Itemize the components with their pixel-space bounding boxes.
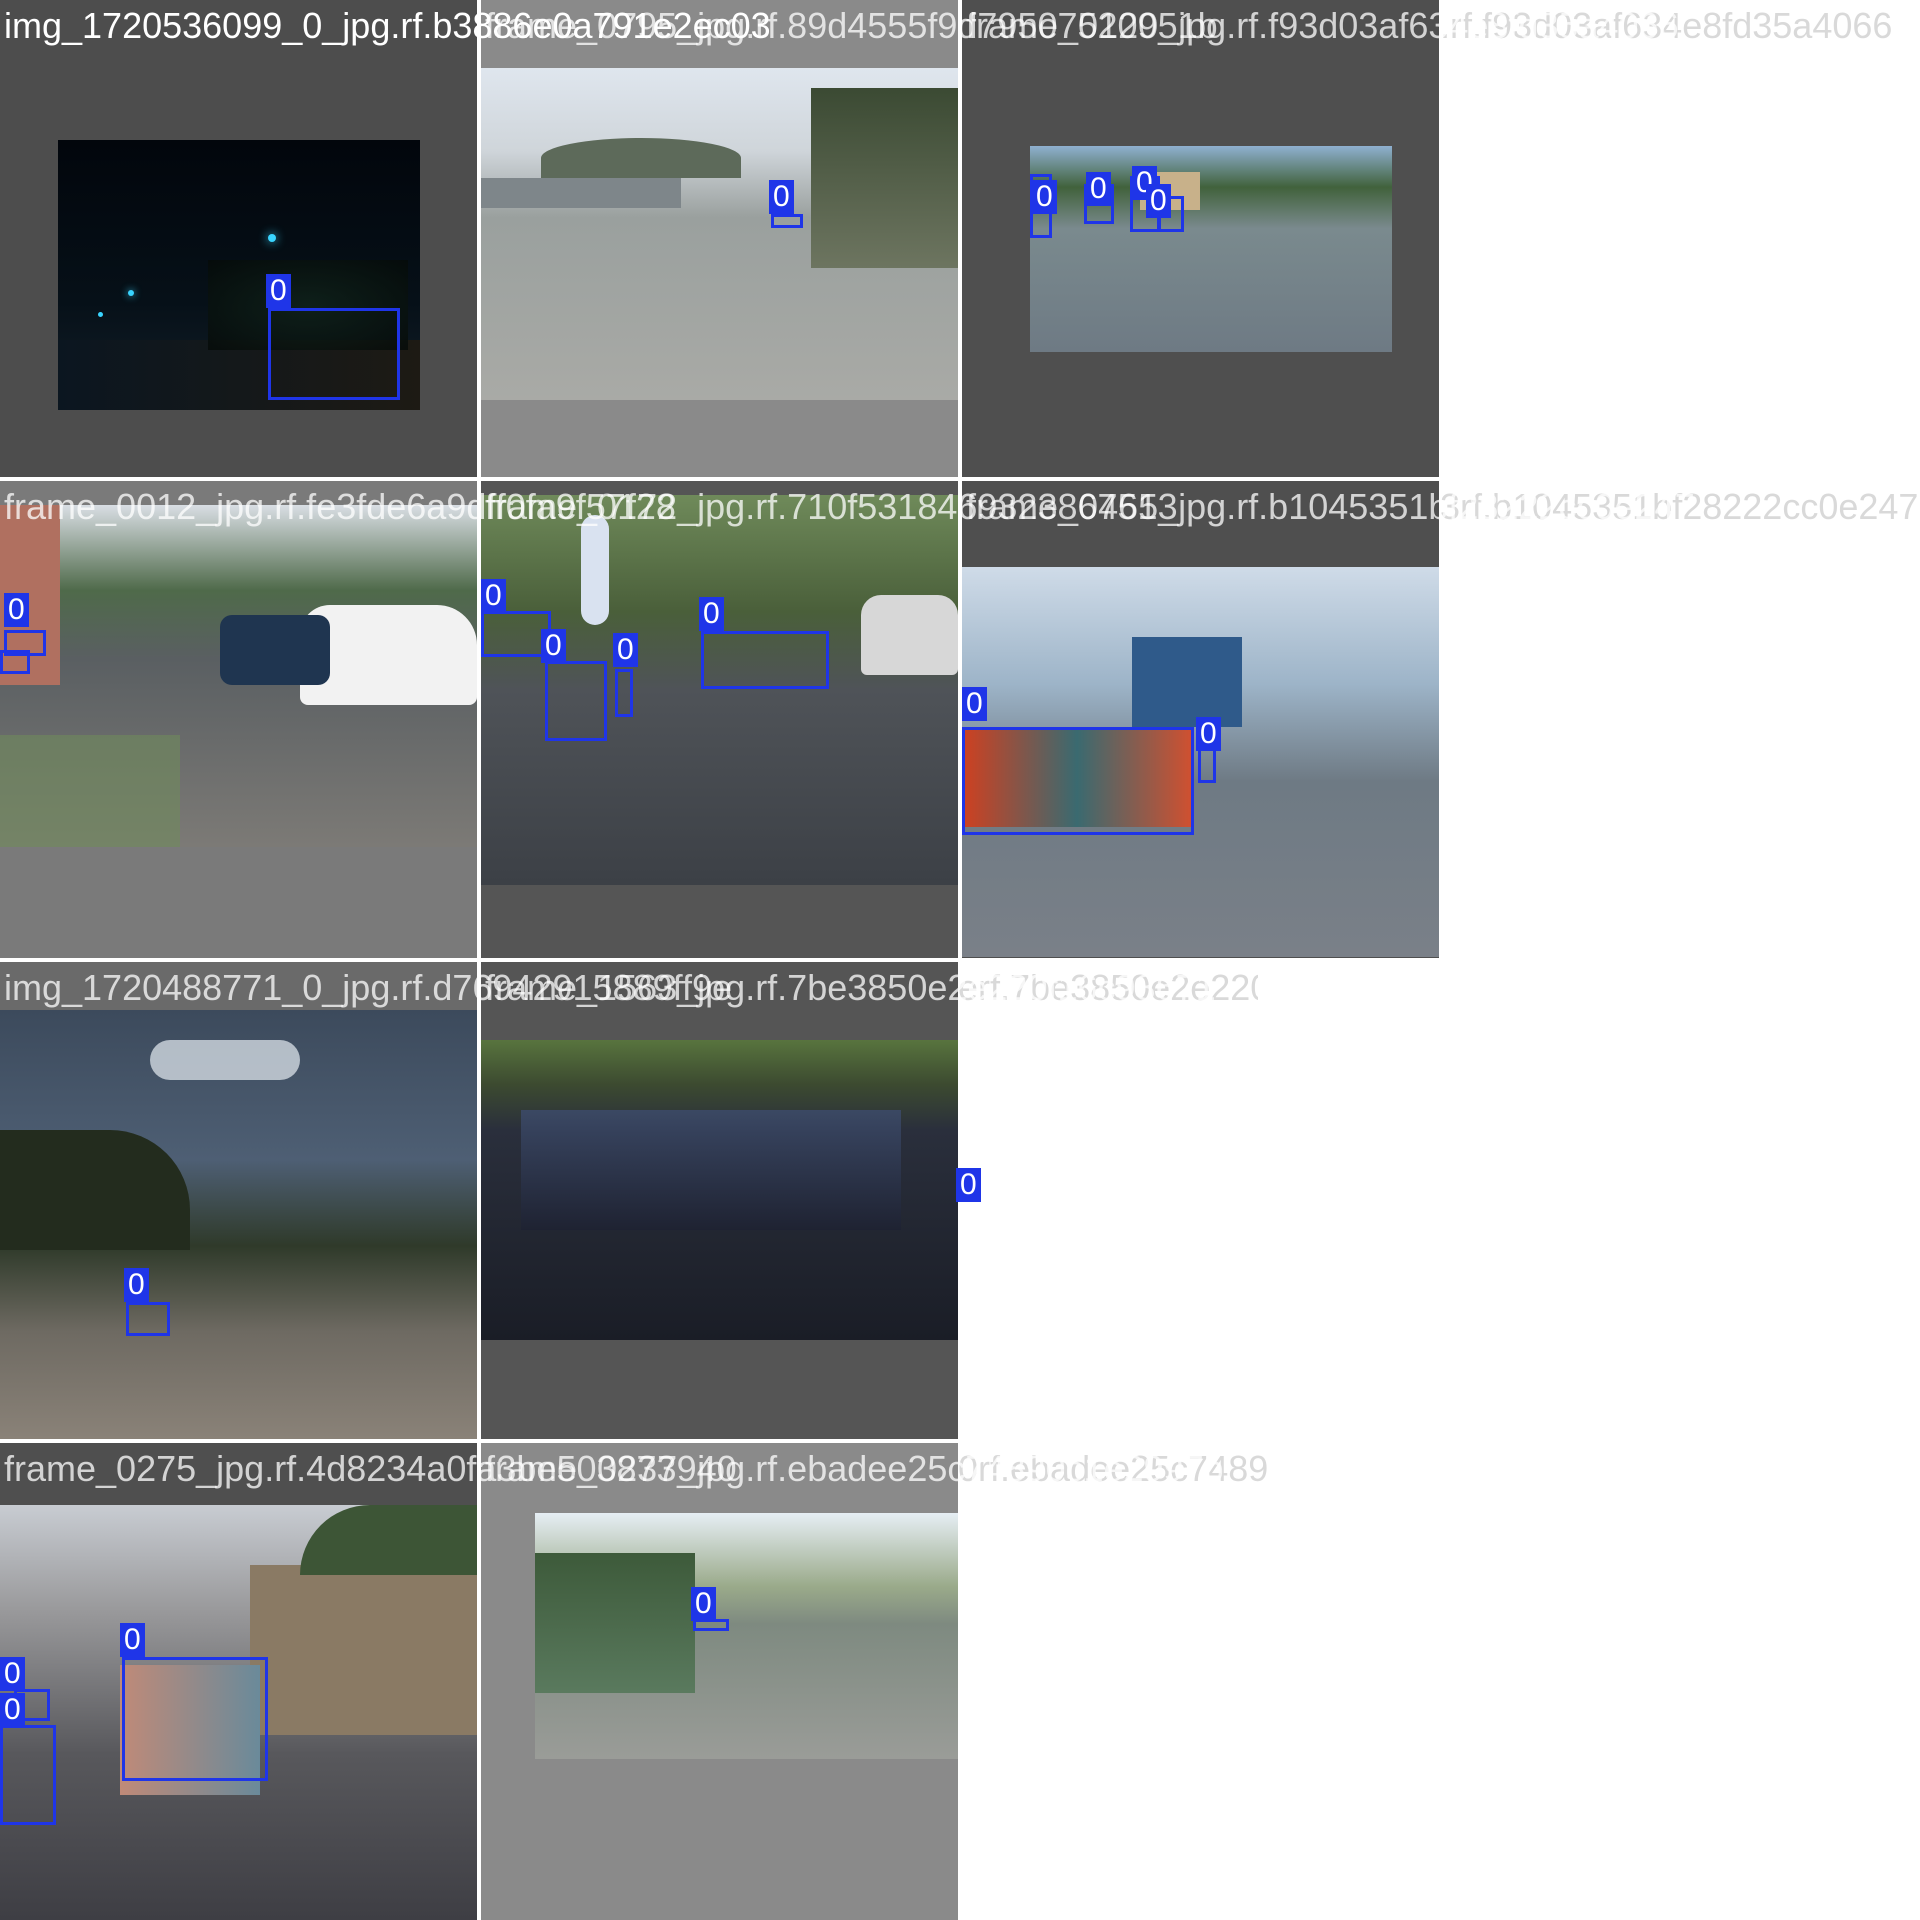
detection-label: 0	[481, 579, 506, 613]
mosaic-tile: 0 0 0 0 frame_0120_jpg.rf.f93d03af634e8f…	[962, 0, 1679, 477]
detection-box	[701, 631, 829, 689]
mosaic-tile: 0 frame_0012_jpg.rf.fe3fde6a9dff0fa9f57f…	[0, 481, 676, 958]
detection-label: 0	[120, 1623, 145, 1657]
detection-box	[771, 214, 803, 228]
parked-cars-photo	[0, 505, 477, 847]
mosaic-tile: 0 frame_1563_jpg.rf.7be3850e2e220f16c986…	[481, 962, 1216, 1439]
mosaic-tile: 0 img_1720488771_0_jpg.rf.d76942915889ff…	[0, 962, 732, 1439]
parking-lot-photo	[1030, 146, 1392, 352]
detection-box	[545, 661, 607, 741]
detection-box	[615, 669, 633, 717]
mosaic-tile: 0 frame_0795_jpg.rf.89d4555f9d7950752095…	[481, 0, 1218, 477]
detection-label: 0	[266, 274, 291, 308]
harbor-road-photo	[481, 68, 958, 400]
detection-box	[122, 1657, 268, 1781]
detection-label: 0	[1086, 172, 1111, 206]
detection-label: 0	[699, 597, 724, 631]
mosaic-tile: 0 0 0 frame_0275_jpg.rf.4d8234a0fa3be503…	[0, 1443, 737, 1920]
detection-box	[0, 650, 30, 674]
detection-box	[0, 1725, 56, 1825]
car-reflection-photo	[481, 1040, 958, 1340]
detection-label: 0	[956, 1168, 981, 1202]
detection-box	[268, 308, 400, 400]
tile-title: frame_1563_jpg.rf.7be3850e2e220f16c98671	[485, 967, 1216, 1008]
mosaic-tile: 0 frame_0237_jpg.rf.ebadee25c74890c1e299…	[481, 1443, 1224, 1920]
tile-title: frame_0465_jpg.rf.b1045351bf28222cc0e247	[966, 486, 1695, 527]
mosaic-tile: 0 0 0 0 frame_0172_jpg.rf.710f5318469323…	[481, 481, 1178, 958]
detection-label: 0	[1146, 184, 1171, 218]
detection-label: 0	[0, 1693, 25, 1727]
mosaic-tile: 0 0 frame_0465_jpg.rf.b1045351bf28222cc0…	[962, 481, 1695, 958]
mosaic-tile: 0 img_1720536099_0_jpg.rf.b3886e0a791e2e…	[0, 0, 771, 477]
detection-label: 0	[1032, 180, 1057, 214]
detection-label: 0	[691, 1587, 716, 1621]
detection-label: 0	[124, 1268, 149, 1302]
cloudy-road-photo	[0, 1010, 477, 1439]
detection-label: 0	[962, 687, 987, 721]
detection-label: 0	[613, 633, 638, 667]
detection-label: 0	[541, 629, 566, 663]
detection-label: 0	[0, 1657, 25, 1691]
detection-box	[962, 727, 1194, 835]
detection-label: 0	[769, 180, 794, 214]
tile-title: frame_0120_jpg.rf.f93d03af634e8fd35a4066	[966, 5, 1679, 46]
detection-label: 0	[1196, 717, 1221, 751]
harbor-lane-photo	[535, 1513, 958, 1759]
detection-box	[126, 1302, 170, 1336]
detection-label: 0	[4, 593, 29, 627]
tile-title: frame_0237_jpg.rf.ebadee25c74890c1e2997b	[485, 1448, 1224, 1489]
